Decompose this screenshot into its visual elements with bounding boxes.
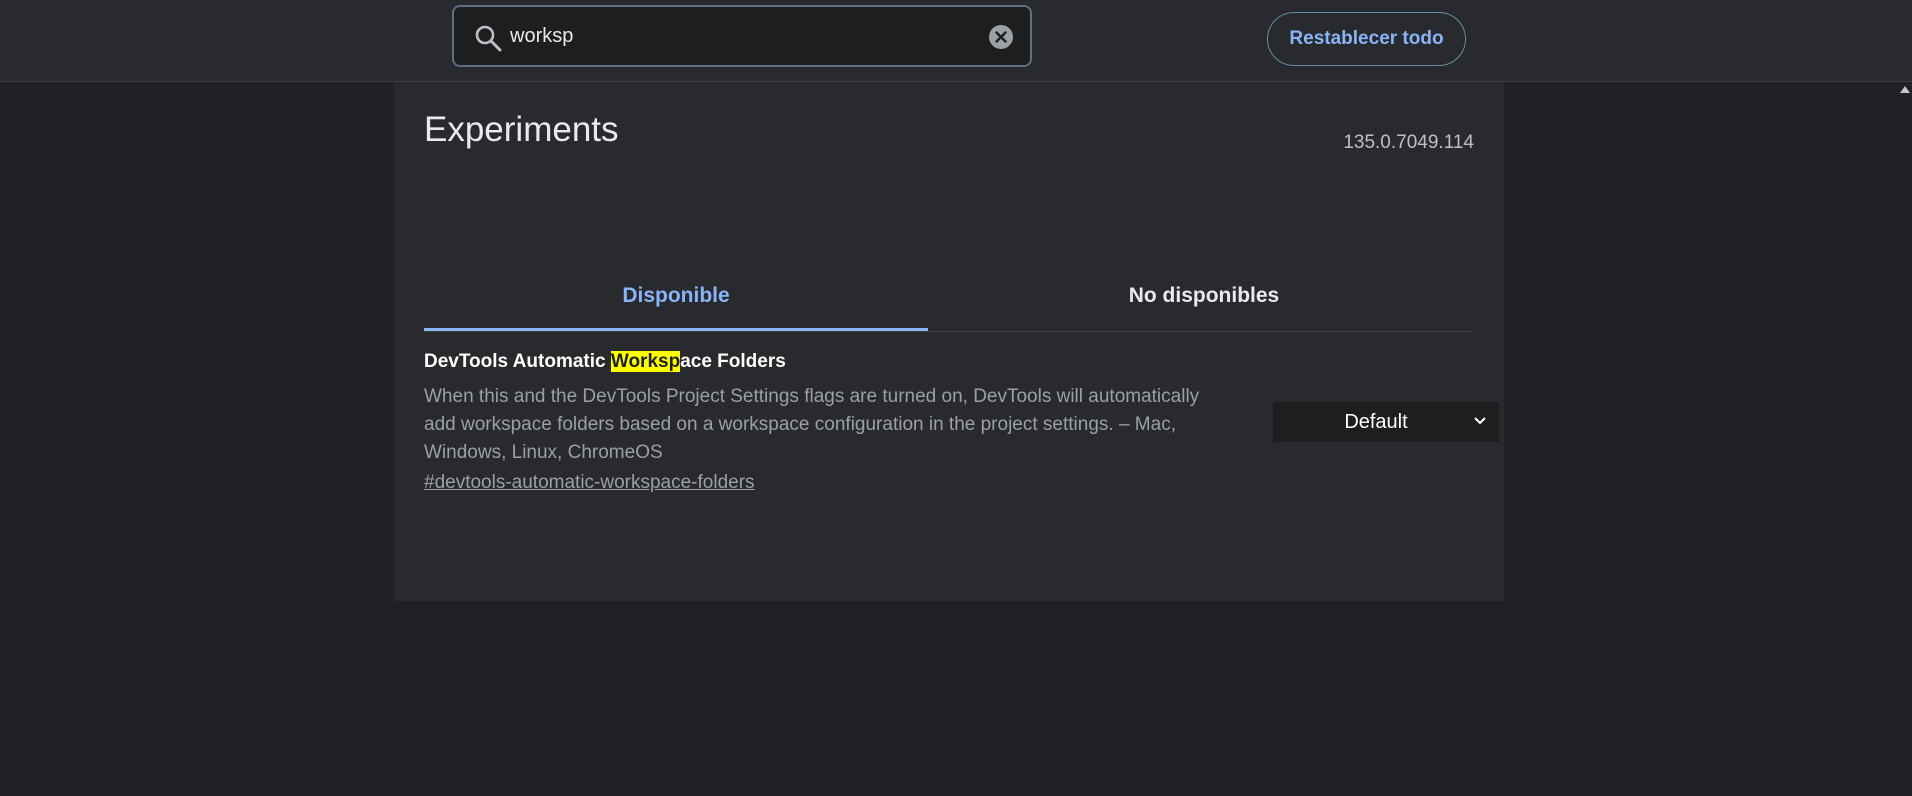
scroll-up-arrow-icon[interactable]: [1900, 86, 1910, 93]
tab-bar: Disponible No disponibles: [424, 257, 1474, 332]
experiment-state-select[interactable]: Default: [1273, 402, 1499, 442]
chevron-down-icon: [1474, 417, 1486, 425]
search-input[interactable]: [510, 7, 930, 65]
search-match-highlight: Worksp: [610, 351, 681, 372]
search-box[interactable]: [452, 5, 1032, 67]
version-label: 135.0.7049.114: [1343, 132, 1474, 153]
top-toolbar: Restablecer todo: [0, 0, 1912, 82]
page-title: Experiments: [424, 110, 619, 149]
select-value: Default: [1344, 411, 1408, 433]
experiment-description: When this and the DevTools Project Setti…: [424, 386, 1200, 463]
experiment-title-suffix: ace Folders: [680, 351, 786, 372]
experiment-item: DevTools Automatic Workspace Folders Whe…: [424, 350, 1499, 493]
reset-all-button[interactable]: Restablecer todo: [1267, 12, 1466, 66]
experiment-permalink[interactable]: #devtools-automatic-workspace-folders: [424, 472, 755, 494]
clear-icon[interactable]: [988, 24, 1014, 50]
experiments-panel: Experiments 135.0.7049.114 Disponible No…: [394, 82, 1504, 601]
tab-unavailable[interactable]: No disponibles: [952, 257, 1456, 331]
search-icon: [475, 25, 502, 52]
experiment-title: DevTools Automatic Workspace Folders: [424, 350, 1474, 374]
tab-available[interactable]: Disponible: [424, 257, 928, 331]
experiment-title-prefix: DevTools Automatic: [424, 351, 611, 372]
